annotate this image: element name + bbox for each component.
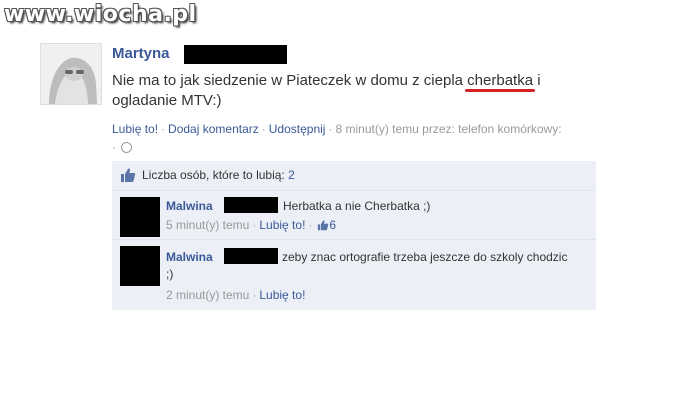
- separator-dot: ·: [328, 122, 333, 136]
- commenter-avatar[interactable]: [120, 246, 160, 286]
- likes-summary: Liczba osób, które to lubią: 2: [112, 161, 596, 191]
- comment-like-link[interactable]: Lubię to!: [259, 218, 305, 232]
- commenter-avatar[interactable]: [120, 197, 160, 237]
- separator-dot: ·: [252, 288, 257, 302]
- comment-text: zeby znac ortografie trzeba jeszcze do s…: [166, 250, 568, 281]
- redacted-surname: [184, 45, 287, 64]
- redacted-surname: [224, 197, 278, 213]
- separator-dot: ·: [112, 140, 116, 154]
- separator-dot: ·: [261, 122, 266, 136]
- share-link[interactable]: Udostępnij: [269, 122, 326, 136]
- post-author-name[interactable]: Martyna: [112, 45, 170, 62]
- comment-timestamp[interactable]: 2 minut(y) temu: [166, 288, 249, 302]
- comment-meta: 5 minut(y) temu · Lubię to! · 6: [166, 217, 336, 234]
- thumbs-up-icon: [121, 168, 136, 182]
- site-watermark: www.wiocha.pl: [4, 2, 197, 27]
- comment-item: Malwina zeby znac ortografie trzeba jesz…: [112, 239, 596, 311]
- comment-like-count[interactable]: 6: [329, 218, 336, 232]
- comment-author-name[interactable]: Malwina: [166, 199, 213, 213]
- thumbs-up-icon: [318, 220, 329, 231]
- comment-like-link[interactable]: Lubię to!: [259, 288, 305, 302]
- post-text: Nie ma to jak siedzenie w Piateczek w do…: [112, 71, 582, 111]
- separator-dot: ·: [252, 218, 257, 232]
- comments-section: Liczba osób, które to lubią: 2 Malwina H…: [112, 161, 596, 310]
- comment-meta: 2 minut(y) temu · Lubię to!: [166, 287, 305, 304]
- post-timestamp[interactable]: 8 minut(y) temu przez: telefon komórkowy…: [335, 122, 561, 136]
- separator-dot: ·: [308, 218, 313, 232]
- separator-dot: ·: [161, 122, 166, 136]
- likes-count-link[interactable]: 2: [288, 168, 295, 182]
- like-link[interactable]: Lubię to!: [112, 122, 158, 136]
- post-text-highlight: cherbatka: [465, 72, 535, 92]
- comment-text: Herbatka a nie Cherbatka ;): [283, 199, 431, 213]
- avatar-photo: [41, 44, 101, 104]
- globe-icon[interactable]: [121, 142, 132, 154]
- author-avatar[interactable]: [40, 43, 102, 105]
- comment-item: Malwina Herbatka a nie Cherbatka ;) 5 mi…: [112, 191, 596, 243]
- likes-label: Liczba osób, które to lubią:: [142, 168, 285, 182]
- post-text-before: Nie ma to jak siedzenie w Piateczek w do…: [112, 72, 468, 89]
- post-actions: Lubię to! · Dodaj komentarz · Udostępnij · 8 m…: [112, 120, 632, 156]
- comment-timestamp[interactable]: 5 minut(y) temu: [166, 218, 249, 232]
- add-comment-link[interactable]: Dodaj komentarz: [168, 122, 259, 136]
- likes-text: Liczba osób, które to lubią: 2: [142, 161, 295, 190]
